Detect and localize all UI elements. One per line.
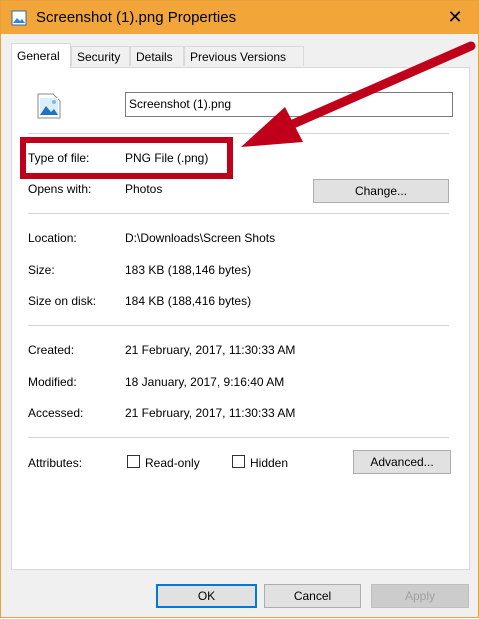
apply-button[interactable]: Apply [371,584,469,608]
tab-label: Details [136,50,173,64]
size-on-disk-label: Size on disk: [28,294,97,308]
title-bar[interactable]: Screenshot (1).png Properties ✕ [1,1,478,34]
tab-label: Security [77,50,121,64]
accessed-value: 21 February, 2017, 11:30:33 AM [125,406,296,420]
opens-with-label: Opens with: [28,182,92,196]
tab-label: Previous Versions [190,50,287,64]
separator [28,437,449,438]
cancel-button[interactable]: Cancel [264,584,361,608]
created-label: Created: [28,343,75,357]
hidden-label[interactable]: Hidden [250,456,288,470]
tab-previous-versions[interactable]: Previous Versions [184,46,304,66]
modified-label: Modified: [28,375,77,389]
filename-field[interactable]: Screenshot (1).png [125,92,453,117]
properties-dialog: Screenshot (1).png Properties ✕ General … [0,0,479,618]
tab-label: General [17,49,60,63]
png-file-icon [37,93,61,119]
readonly-label[interactable]: Read-only [145,456,200,470]
ok-button[interactable]: OK [156,584,257,608]
tab-general[interactable]: General [11,43,71,68]
close-icon: ✕ [447,7,463,27]
hidden-checkbox[interactable] [232,455,245,468]
size-value: 183 KB (188,146 bytes) [125,263,252,277]
location-label: Location: [28,231,77,245]
change-button[interactable]: Change... [313,179,449,203]
image-file-icon [11,10,27,26]
tab-security[interactable]: Security [71,46,130,66]
annotation-highlight-box [20,137,233,179]
advanced-button[interactable]: Advanced... [353,450,451,474]
modified-value: 18 January, 2017, 9:16:40 AM [125,375,285,389]
tab-details[interactable]: Details [130,46,184,66]
window-title: Screenshot (1).png Properties [36,9,237,26]
close-button[interactable]: ✕ [432,1,478,34]
readonly-checkbox[interactable] [127,455,140,468]
separator [28,213,449,214]
opens-with-value: Photos [125,182,163,196]
accessed-label: Accessed: [28,406,84,420]
size-on-disk-value: 184 KB (188,416 bytes) [125,294,252,308]
attributes-label: Attributes: [28,456,83,470]
separator [28,133,449,134]
location-value: D:\Downloads\Screen Shots [125,231,276,245]
separator [28,325,449,326]
created-value: 21 February, 2017, 11:30:33 AM [125,343,296,357]
size-label: Size: [28,263,55,277]
